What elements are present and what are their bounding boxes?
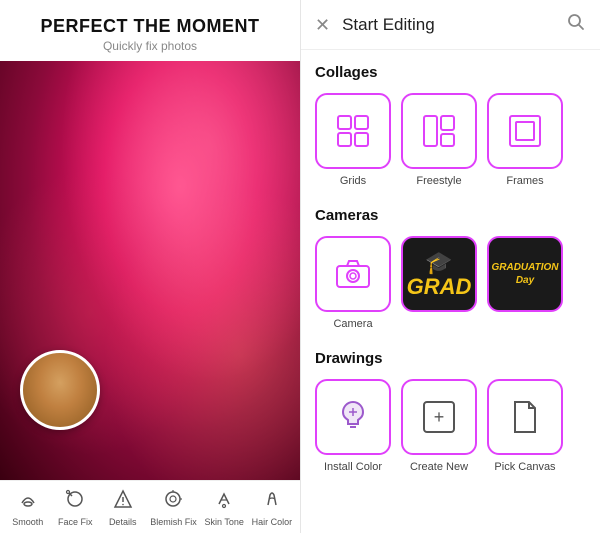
details-label: Details bbox=[109, 517, 137, 527]
camera-icon bbox=[335, 259, 371, 289]
blemish-fix-label: Blemish Fix bbox=[150, 517, 197, 527]
right-header: ✕ Start Editing bbox=[301, 0, 600, 50]
freestyle-label: Freestyle bbox=[416, 175, 461, 187]
circle-thumbnail bbox=[20, 350, 100, 430]
toolbar-item-blemish-fix[interactable]: Blemish Fix bbox=[150, 489, 197, 527]
toolbar-item-smooth[interactable]: Smooth bbox=[8, 489, 48, 527]
photo-area bbox=[0, 61, 300, 480]
pick-canvas-button[interactable] bbox=[487, 379, 563, 455]
grids-button[interactable] bbox=[315, 93, 391, 169]
drawings-create-new-card: + Create New bbox=[401, 379, 477, 473]
frames-label: Frames bbox=[506, 175, 543, 187]
face-fix-label: Face Fix bbox=[58, 517, 93, 527]
drawings-install-color-card: Install Color bbox=[315, 379, 391, 473]
pick-canvas-label: Pick Canvas bbox=[494, 461, 555, 473]
camera-label: Camera bbox=[333, 318, 372, 330]
grids-icon bbox=[335, 113, 371, 149]
hair-color-label: Hair Color bbox=[252, 517, 293, 527]
cameras-grad-card: 🎓 GRAD bbox=[401, 236, 477, 330]
left-panel: PERFECT THE MOMENT Quickly fix photos Sm… bbox=[0, 0, 300, 533]
graduation-day-button[interactable]: GRADUATIONDay bbox=[487, 236, 563, 312]
toolbar-item-hair-color[interactable]: Hair Color bbox=[252, 489, 293, 527]
face-fix-icon bbox=[65, 489, 85, 514]
create-new-icon: + bbox=[423, 401, 455, 433]
collages-grids-card: Grids bbox=[315, 93, 391, 187]
details-icon bbox=[113, 489, 133, 514]
toolbar-item-skin-tone[interactable]: Skin Tone bbox=[204, 489, 244, 527]
cameras-graduation-card: GRADUATIONDay bbox=[487, 236, 563, 330]
collages-row: Grids Freestyle bbox=[315, 93, 586, 187]
frames-button[interactable] bbox=[487, 93, 563, 169]
drawings-pick-canvas-card: Pick Canvas bbox=[487, 379, 563, 473]
cameras-section-title: Cameras bbox=[315, 207, 586, 224]
app-subtitle: Quickly fix photos bbox=[10, 39, 290, 53]
skin-tone-icon bbox=[214, 489, 234, 514]
freestyle-button[interactable] bbox=[401, 93, 477, 169]
bottom-toolbar: Smooth Face Fix Details bbox=[0, 480, 300, 533]
toolbar-item-details[interactable]: Details bbox=[103, 489, 143, 527]
create-new-button[interactable]: + bbox=[401, 379, 477, 455]
drawings-row: Install Color + Create New Pick Canvas bbox=[315, 379, 586, 473]
collages-section-title: Collages bbox=[315, 64, 586, 81]
app-title: PERFECT THE MOMENT bbox=[10, 16, 290, 37]
pick-canvas-icon bbox=[511, 400, 539, 434]
skin-tone-label: Skin Tone bbox=[205, 517, 244, 527]
grids-label: Grids bbox=[340, 175, 366, 187]
panel-title: Start Editing bbox=[342, 15, 566, 35]
drawings-section-title: Drawings bbox=[315, 350, 586, 367]
collages-frames-card: Frames bbox=[487, 93, 563, 187]
hair-color-icon bbox=[262, 489, 282, 514]
graduation-text: GRADUATIONDay bbox=[491, 261, 558, 287]
cameras-camera-card: Camera bbox=[315, 236, 391, 330]
freestyle-icon bbox=[421, 113, 457, 149]
left-header: PERFECT THE MOMENT Quickly fix photos bbox=[0, 0, 300, 61]
grad-button[interactable]: 🎓 GRAD bbox=[401, 236, 477, 312]
cameras-row: Camera 🎓 GRAD GRADUATIONDay bbox=[315, 236, 586, 330]
right-panel: ✕ Start Editing Collages bbox=[300, 0, 600, 533]
right-content: Collages Grids bbox=[301, 50, 600, 533]
install-color-button[interactable] bbox=[315, 379, 391, 455]
install-color-label: Install Color bbox=[324, 461, 382, 473]
toolbar-item-face-fix[interactable]: Face Fix bbox=[55, 489, 95, 527]
smooth-icon bbox=[18, 489, 38, 514]
search-button[interactable] bbox=[566, 12, 586, 37]
install-color-icon bbox=[337, 398, 369, 437]
blemish-fix-icon bbox=[163, 489, 183, 514]
graduation-content: GRADUATIONDay bbox=[491, 261, 558, 287]
collages-freestyle-card: Freestyle bbox=[401, 93, 477, 187]
grad-content: 🎓 GRAD bbox=[407, 250, 472, 298]
camera-button[interactable] bbox=[315, 236, 391, 312]
create-new-label: Create New bbox=[410, 461, 468, 473]
frames-icon bbox=[507, 113, 543, 149]
grad-text: GRAD bbox=[407, 276, 472, 298]
close-button[interactable]: ✕ bbox=[315, 16, 330, 34]
smooth-label: Smooth bbox=[12, 517, 43, 527]
